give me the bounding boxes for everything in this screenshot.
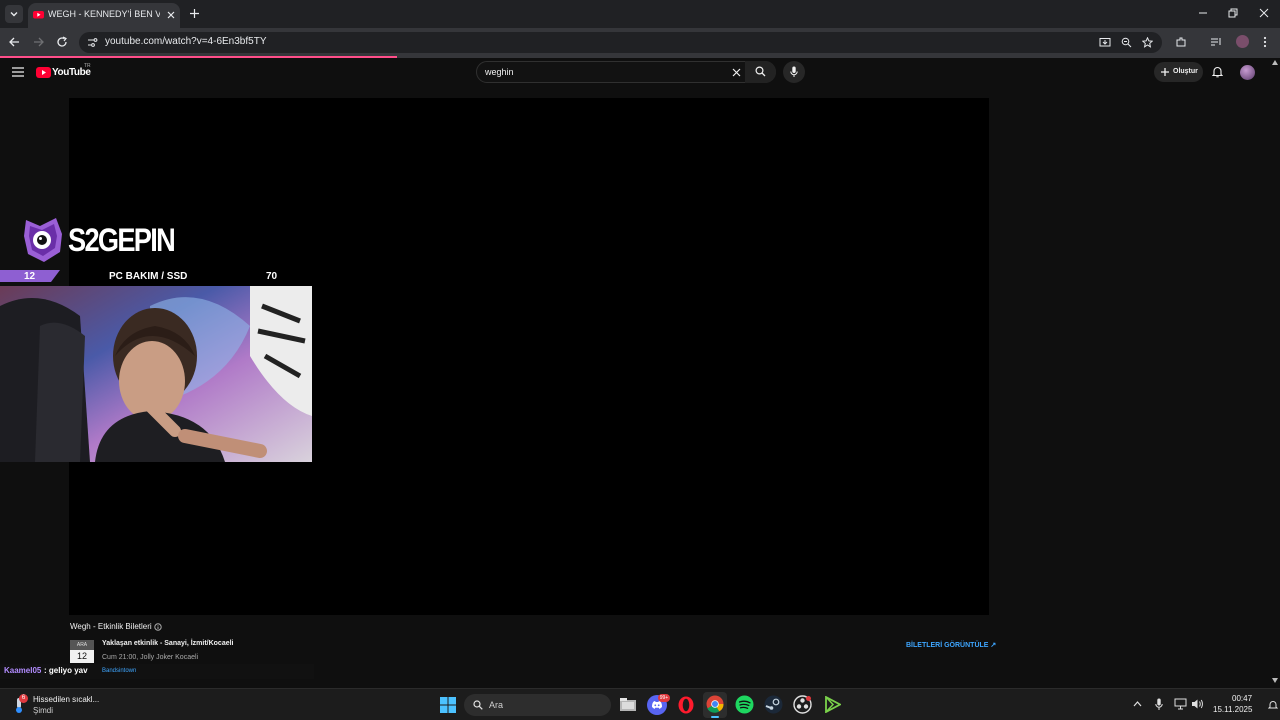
owl-logo-icon [24, 218, 62, 262]
back-arrow-icon[interactable] [8, 36, 20, 48]
event-date-day: 12 [70, 650, 94, 663]
restore-icon[interactable] [1228, 8, 1238, 18]
tab-title: WEGH - KENNEDY'İ BEN VURDUM [48, 9, 160, 19]
tickets-provider: Bandsintown [102, 668, 137, 674]
create-button[interactable]: Oluştur [1154, 62, 1203, 82]
browser-tab-bar: WEGH - KENNEDY'İ BEN VURDUM [0, 0, 1280, 28]
clock-date[interactable]: 15.11.2025 [1213, 705, 1252, 714]
notifications-bell-icon[interactable] [1212, 66, 1223, 78]
overlay-promo-number: 70 [266, 271, 278, 282]
address-bar[interactable]: youtube.com/watch?v=4-6En3bf5TY [79, 32, 1162, 53]
opera-icon[interactable] [677, 695, 695, 715]
page-scrollbar[interactable] [1270, 58, 1280, 688]
obs-icon[interactable] [793, 695, 812, 714]
windows-start-icon[interactable] [440, 697, 456, 713]
bookmark-star-icon[interactable] [1142, 37, 1153, 48]
voice-search-button[interactable] [783, 61, 805, 83]
microphone-tray-icon[interactable] [1155, 698, 1163, 711]
new-tab-icon[interactable] [189, 8, 200, 19]
weather-badge: 6 [19, 694, 28, 703]
site-info-icon[interactable] [87, 37, 98, 48]
notification-center-icon[interactable] [1268, 700, 1278, 710]
reload-icon[interactable] [56, 36, 68, 48]
taskbar-search-label: Ara [489, 700, 504, 710]
event-date-month: ARA [70, 640, 94, 650]
url-text: youtube.com/watch?v=4-6En3bf5TY [105, 36, 267, 47]
profile-avatar[interactable] [1236, 35, 1249, 48]
search-input[interactable]: weghin [476, 61, 776, 83]
youtube-header: YouTube TR weghin Oluştur [0, 58, 1270, 88]
minimize-icon[interactable] [1198, 8, 1208, 18]
tray-overflow-chevron-icon[interactable] [1133, 701, 1142, 707]
tickets-title-row: Wegh - Etkinlik Biletleri [70, 622, 170, 632]
event-details: Cum 21:00, Jolly Joker Kocaeli [102, 654, 199, 661]
file-explorer-icon[interactable] [619, 696, 637, 712]
steam-icon[interactable] [764, 695, 783, 714]
chat-username: Kaamel05 [4, 666, 42, 675]
overlay-badge-number: 12 [24, 271, 36, 282]
windows-taskbar: 6 Hissedilen sıcakl... Şimdi Ara 99+ 00:… [0, 688, 1280, 720]
view-tickets-link[interactable]: BİLETLERİ GÖRÜNTÜLE ↗ [906, 641, 996, 649]
overlay-brand: S2GEPIN [68, 222, 176, 258]
search-icon [755, 66, 766, 77]
browser-toolbar: youtube.com/watch?v=4-6En3bf5TY [0, 28, 1280, 56]
region-code: TR [84, 63, 91, 69]
youtube-logo[interactable]: YouTube TR [36, 63, 96, 80]
volume-icon[interactable] [1191, 698, 1204, 710]
webcam-image [0, 286, 312, 462]
browser-menu-icon[interactable] [1262, 36, 1268, 48]
zoom-icon[interactable] [1121, 37, 1132, 48]
forward-arrow-icon[interactable] [33, 36, 45, 48]
discord-badge: 99+ [658, 694, 670, 702]
browser-tab-active[interactable]: WEGH - KENNEDY'İ BEN VURDUM [28, 3, 180, 28]
spotify-icon[interactable] [735, 695, 754, 714]
search-query: weghin [485, 67, 514, 77]
tab-search-menu-button[interactable] [5, 5, 23, 23]
scroll-down-arrow-icon[interactable] [1272, 678, 1278, 683]
chrome-taskbar-item[interactable] [703, 692, 727, 718]
plus-icon [1161, 68, 1169, 76]
taskbar-search-icon [473, 700, 483, 710]
close-tab-icon[interactable] [166, 10, 176, 20]
event-title[interactable]: Yaklaşan etkinlik - Sanayi, İzmit/Kocael… [102, 640, 234, 647]
weather-title: Hissedilen sıcakl... [33, 695, 100, 704]
chat-overlay: Kaamel05 : geliyo yav Bandsintown [0, 664, 314, 679]
network-icon[interactable] [1174, 698, 1187, 710]
tickets-title: Wegh - Etkinlik Biletleri [70, 622, 152, 631]
extensions-icon[interactable] [1175, 36, 1187, 48]
media-controls-icon[interactable] [1210, 36, 1222, 48]
youtube-favicon-icon [33, 11, 44, 19]
taskbar-search[interactable]: Ara [464, 694, 611, 716]
weather-widget[interactable]: 6 Hissedilen sıcakl... Şimdi [8, 693, 108, 717]
webcam-feed [0, 286, 312, 462]
info-icon[interactable] [154, 623, 162, 631]
install-app-icon[interactable] [1099, 37, 1111, 48]
overlay-promo-text: PC BAKIM / SSD [109, 271, 188, 282]
microphone-icon [790, 66, 798, 77]
hamburger-menu-icon[interactable] [12, 67, 24, 77]
scroll-up-arrow-icon[interactable] [1272, 60, 1278, 65]
youtube-logo-icon [36, 67, 51, 78]
clock-time[interactable]: 00:47 [1232, 694, 1252, 703]
search-button[interactable] [745, 61, 776, 83]
play-app-icon[interactable] [825, 696, 841, 713]
close-window-icon[interactable] [1259, 8, 1269, 18]
user-avatar[interactable] [1240, 65, 1255, 80]
create-label: Oluştur [1173, 68, 1198, 75]
weather-subtitle: Şimdi [33, 706, 54, 715]
s2gepin-logo [22, 214, 67, 264]
clear-search-icon[interactable] [732, 68, 741, 77]
active-app-indicator [711, 716, 719, 718]
chrome-icon [706, 695, 724, 713]
chat-message: : geliyo yav [44, 666, 88, 675]
chevron-down-icon [10, 12, 18, 17]
